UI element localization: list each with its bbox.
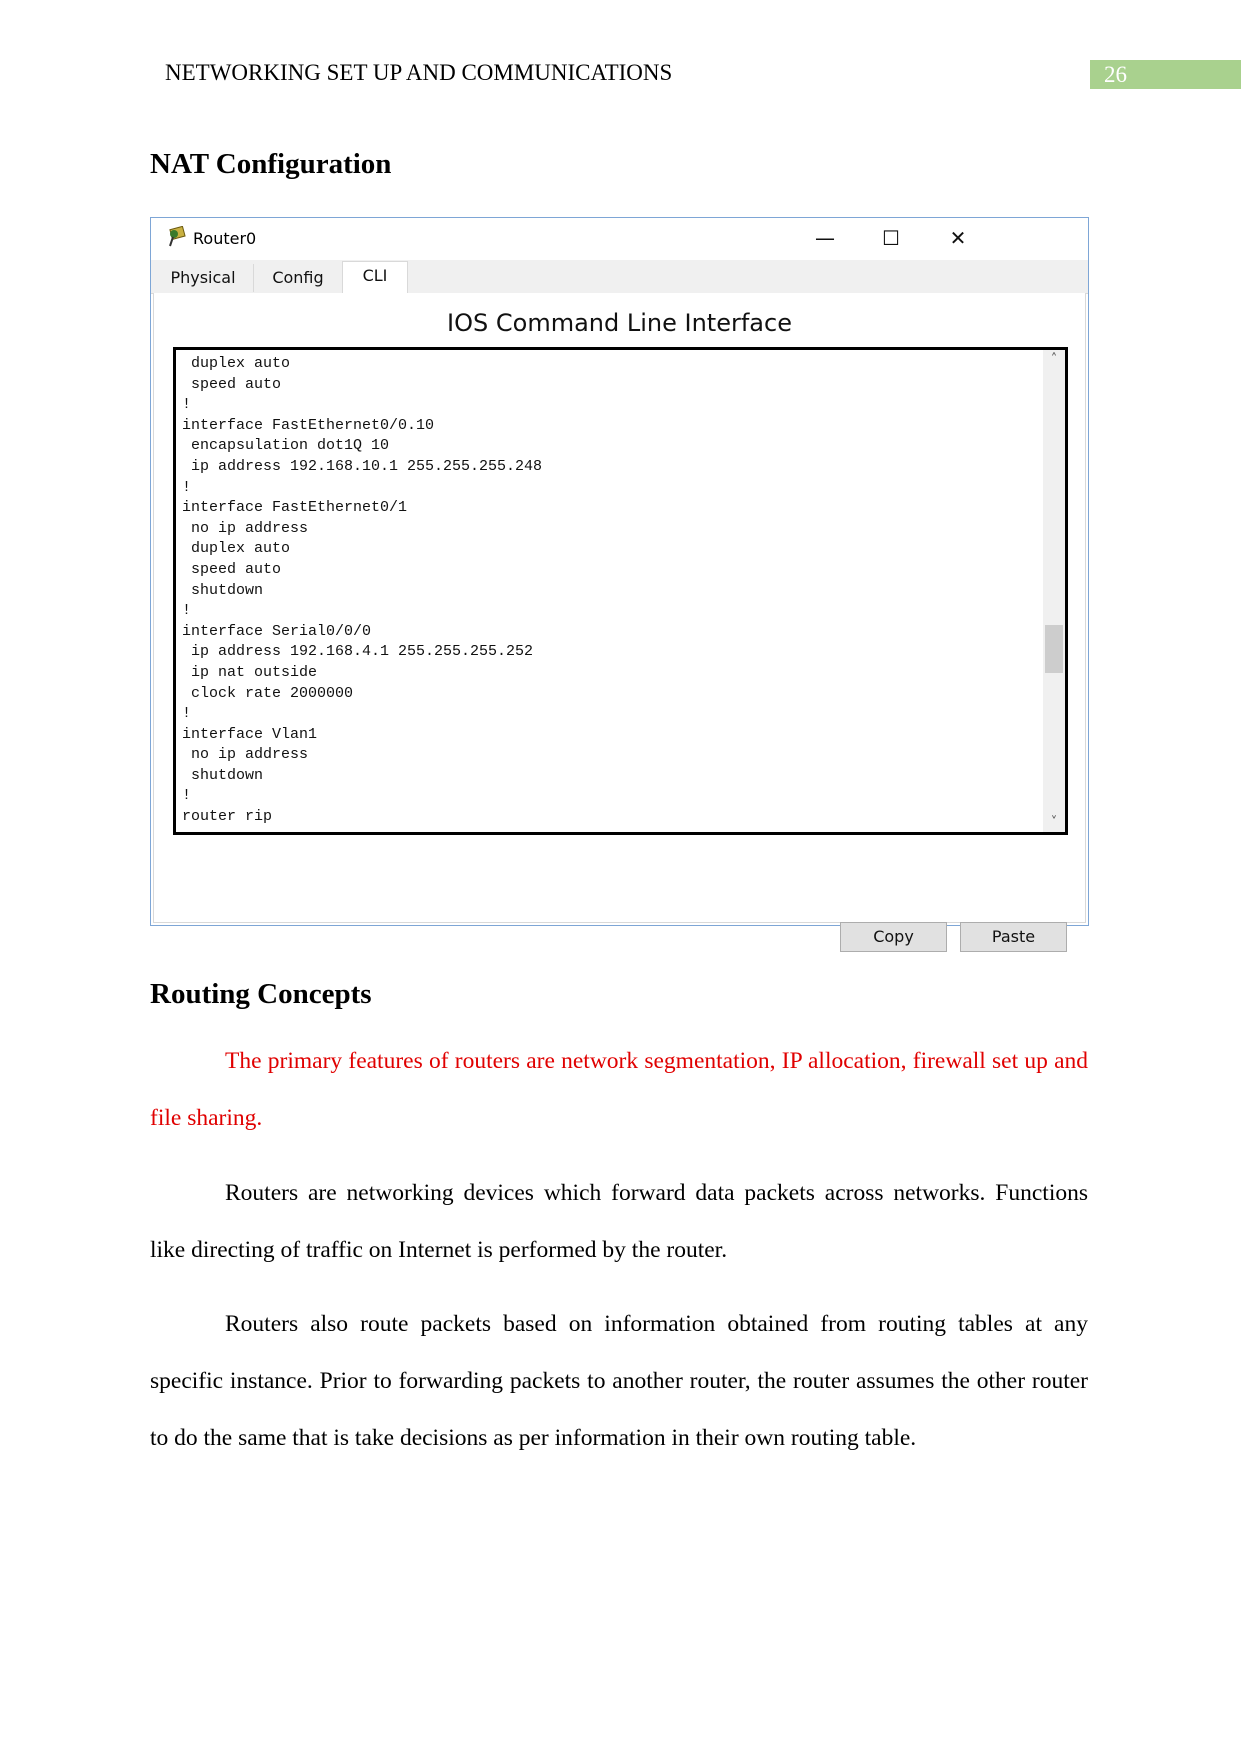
section-heading-nat: NAT Configuration <box>150 148 392 180</box>
window-title: Router0 <box>193 229 257 248</box>
copy-button[interactable]: Copy <box>840 922 947 952</box>
cli-panel: IOS Command Line Interface duplex auto s… <box>153 293 1086 952</box>
minimize-button[interactable]: — <box>805 224 845 252</box>
section-heading-routing: Routing Concepts <box>150 978 372 1010</box>
terminal-output[interactable]: duplex auto speed auto ! interface FastE… <box>173 347 1068 835</box>
paragraph-text: The primary features of routers are netw… <box>150 1048 1088 1131</box>
paragraph-3: Routers also route packets based on info… <box>150 1296 1088 1467</box>
scroll-down-icon[interactable]: ˅ <box>1043 815 1065 830</box>
scroll-up-icon[interactable]: ˄ <box>1043 352 1065 367</box>
paragraph-2: Routers are networking devices which for… <box>150 1165 1088 1279</box>
title-bar: Router0 — ☐ ✕ <box>151 218 1088 260</box>
cli-title: IOS Command Line Interface <box>447 309 792 337</box>
scrollbar-thumb[interactable] <box>1045 625 1063 673</box>
paragraph-text: Routers are networking devices which for… <box>150 1180 1088 1263</box>
paragraph-text: Routers also route packets based on info… <box>150 1311 1088 1451</box>
tab-cli[interactable]: CLI <box>342 261 408 295</box>
tab-physical[interactable]: Physical <box>153 264 254 292</box>
terminal-text: duplex auto speed auto ! interface FastE… <box>182 355 543 826</box>
tab-bar: Physical Config CLI <box>151 260 1088 295</box>
maximize-button[interactable]: ☐ <box>871 224 911 252</box>
router-icon <box>169 226 186 247</box>
tab-config[interactable]: Config <box>254 264 343 292</box>
paragraph-1: The primary features of routers are netw… <box>150 1033 1088 1147</box>
router-window: Router0 — ☐ ✕ Physical Config CLI IOS Co… <box>150 217 1089 952</box>
page-number: 26 <box>1090 60 1241 89</box>
running-header: NETWORKING SET UP AND COMMUNICATIONS <box>165 60 673 85</box>
terminal-scrollbar[interactable]: ˄ ˅ <box>1043 350 1065 832</box>
paste-button[interactable]: Paste <box>960 922 1067 952</box>
close-button[interactable]: ✕ <box>938 224 978 252</box>
